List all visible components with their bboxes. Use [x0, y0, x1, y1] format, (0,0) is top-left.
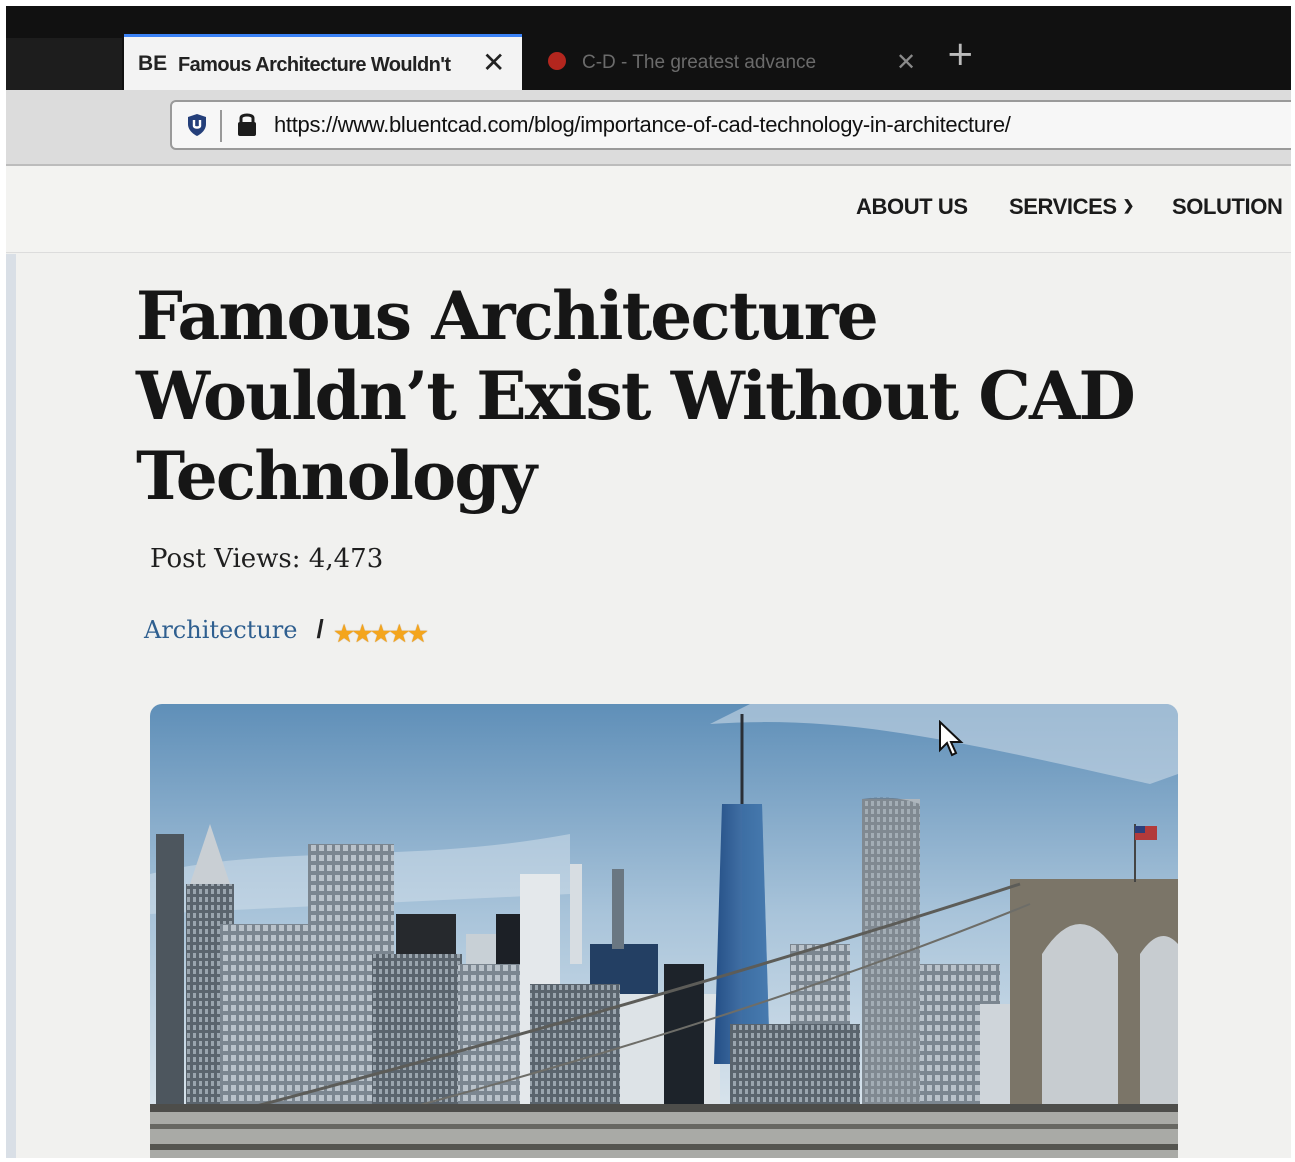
page-title: Famous Architecture Wouldn’t Exist Witho…: [136, 277, 1136, 515]
hero-image: [150, 704, 1178, 1158]
tab-title: Famous Architecture Wouldn't: [178, 54, 451, 76]
category-link[interactable]: Architecture: [144, 616, 297, 644]
site-header: ABOUT US SERVICES ❯ SOLUTION: [6, 166, 1291, 253]
post-views: Post Views: 4,473: [150, 544, 383, 574]
rating-stars[interactable]: ★★★★★: [333, 619, 430, 648]
screen: BE Famous Architecture Wouldn't ✕ C-D - …: [6, 6, 1291, 1158]
lock-icon[interactable]: [236, 111, 258, 137]
divider: [220, 110, 222, 142]
post-meta: Architecture / ★★★★★: [144, 614, 430, 648]
url-text[interactable]: https://www.bluentcad.com/blog/importanc…: [274, 112, 1011, 138]
close-icon[interactable]: ✕: [896, 48, 916, 76]
tab-active[interactable]: BE Famous Architecture Wouldn't ✕: [124, 34, 522, 94]
star-icon[interactable]: ★: [388, 619, 411, 648]
navigation-bar: https://www.bluentcad.com/blog/importanc…: [6, 90, 1291, 166]
post-views-label: Post Views:: [150, 544, 301, 574]
tab-strip: BE Famous Architecture Wouldn't ✕ C-D - …: [6, 6, 1291, 94]
star-icon[interactable]: ★: [407, 619, 430, 648]
nav-solutions[interactable]: SOLUTION: [1172, 194, 1283, 220]
tab-title-second: C-D - The greatest advance: [582, 52, 817, 73]
nav-about-us[interactable]: ABOUT US: [856, 194, 968, 220]
star-icon[interactable]: ★: [333, 619, 356, 648]
post-views-count: 4,473: [308, 544, 384, 574]
mouse-cursor-icon: [939, 720, 964, 757]
url-bar[interactable]: https://www.bluentcad.com/blog/importanc…: [170, 100, 1291, 150]
left-edge: [6, 254, 16, 1158]
nav-services-label: SERVICES: [1009, 194, 1117, 219]
tab-previous[interactable]: [6, 38, 122, 90]
star-icon[interactable]: ★: [370, 619, 393, 648]
favicon-icon: [548, 52, 566, 70]
chevron-down-icon: ❯: [1122, 197, 1135, 213]
plus-icon[interactable]: +: [946, 34, 975, 74]
meta-separator: /: [316, 614, 324, 644]
nav-services[interactable]: SERVICES ❯: [1009, 194, 1134, 220]
star-icon[interactable]: ★: [351, 619, 374, 648]
close-icon[interactable]: ✕: [482, 46, 505, 79]
tab-second[interactable]: C-D - The greatest advance ✕: [530, 38, 922, 90]
favicon-be: BE: [138, 52, 168, 75]
shield-icon[interactable]: [186, 113, 208, 137]
